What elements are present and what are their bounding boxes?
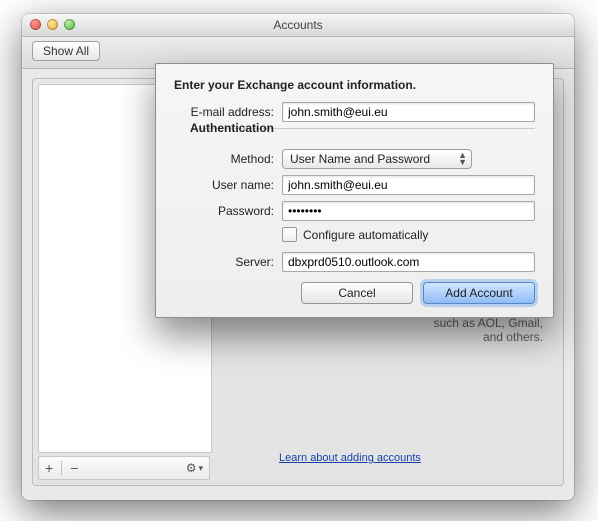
chevron-down-icon[interactable]: ▾ <box>198 463 203 474</box>
auth-section-label: Authentication <box>190 121 280 135</box>
ghost-text: such as AOL, Gmail, <box>434 316 543 330</box>
method-select-value: User Name and Password <box>290 152 430 166</box>
window-title: Accounts <box>273 18 322 32</box>
email-label: E-mail address: <box>174 105 282 119</box>
ghost-text: and others. <box>483 330 543 344</box>
username-field[interactable] <box>282 175 535 195</box>
remove-account-button[interactable]: − <box>70 460 78 476</box>
show-all-button[interactable]: Show All <box>32 41 100 61</box>
exchange-account-sheet: Enter your Exchange account information.… <box>155 63 554 318</box>
configure-auto-label: Configure automatically <box>303 228 428 242</box>
zoom-icon[interactable] <box>64 19 75 30</box>
learn-adding-accounts-link[interactable]: Learn about adding accounts <box>279 452 421 464</box>
sheet-title: Enter your Exchange account information. <box>174 78 535 92</box>
add-account-button[interactable]: + <box>45 460 53 476</box>
titlebar: Accounts <box>22 14 574 37</box>
password-label: Password: <box>174 204 282 218</box>
method-select[interactable]: User Name and Password ▲▼ <box>282 149 472 169</box>
method-label: Method: <box>174 152 282 166</box>
server-field[interactable] <box>282 252 535 272</box>
cancel-button[interactable]: Cancel <box>301 282 413 304</box>
updown-icon: ▲▼ <box>458 152 467 166</box>
add-account-button[interactable]: Add Account <box>423 282 535 304</box>
minimize-icon[interactable] <box>47 19 58 30</box>
email-field[interactable] <box>282 102 535 122</box>
sidebar-footer: + − ⚙ ▾ <box>38 456 210 480</box>
configure-auto-checkbox[interactable] <box>282 227 297 242</box>
password-field[interactable] <box>282 201 535 221</box>
username-label: User name: <box>174 178 282 192</box>
gear-icon[interactable]: ⚙ <box>186 461 197 475</box>
server-label: Server: <box>174 255 282 269</box>
divider <box>61 461 62 475</box>
close-icon[interactable] <box>30 19 41 30</box>
